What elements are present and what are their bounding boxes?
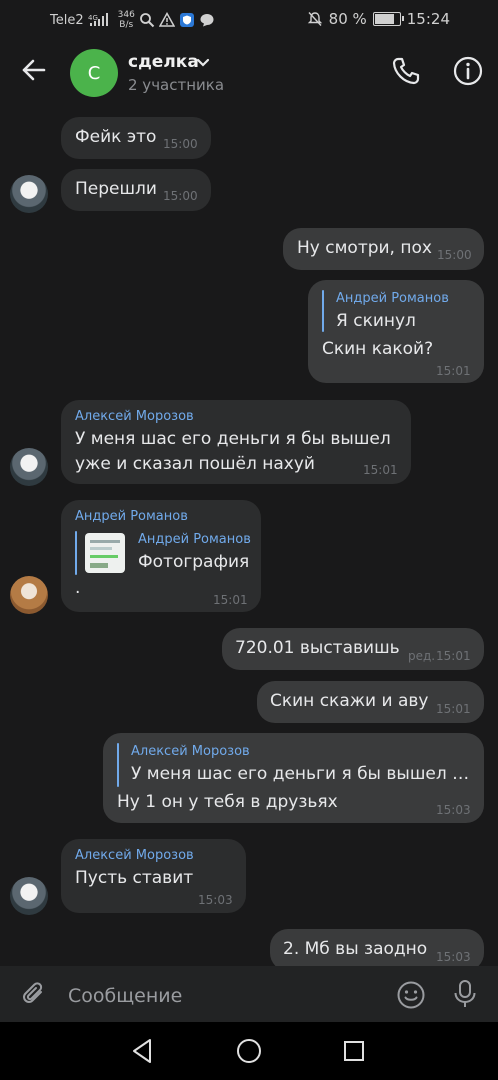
message-text: Скин какой? [322,339,434,359]
message-bubble[interactable]: Ну смотри, пох 15:00 [283,228,484,270]
nav-recent-apps-icon[interactable] [342,1039,366,1063]
warning-icon [158,12,175,27]
message-time: 15:03 [198,893,233,907]
message-time: 15:00 [163,189,198,203]
avatar[interactable] [10,877,48,915]
avatar[interactable] [10,576,48,614]
message-bubble[interactable]: 720.01 выставишь ред. 15:01 [222,628,484,670]
message-text-line: У меня шас его деньги я бы вышел [75,429,391,449]
reply-text: Фотография [138,552,250,572]
reply-bar [117,743,119,787]
smile-icon[interactable] [396,980,426,1010]
chevron-down-icon[interactable] [196,58,210,68]
reply-text: У меня шас его деньги я бы вышел уже и с… [131,764,476,784]
signal-icon: 4G [88,13,108,26]
network-type: 4G [88,14,98,22]
status-bar: Tele2 4G 346 B/s 80 % 15:24 [0,0,498,38]
edited-label: ред. [408,649,436,663]
message-time: 15:01 [363,463,398,477]
mute-bell-icon [307,12,322,26]
nav-home-icon[interactable] [236,1038,262,1064]
chat-title[interactable]: сделка [128,52,199,72]
message-text: Фейк это [75,127,157,147]
message-text: 720.01 выставишь [235,638,400,658]
message-bubble[interactable]: Алексей Морозов У меня шас его деньги я … [61,400,411,484]
chat-avatar[interactable]: С [70,49,118,97]
message-time: 15:01 [213,593,248,607]
reply-text: Я скинул [336,311,416,331]
avatar[interactable] [10,175,48,213]
message-bubble[interactable]: Алексей Морозов Пусть ставит 15:03 [61,839,246,913]
message-time: 15:03 [436,803,471,817]
status-left: Tele2 4G 346 B/s [50,10,215,30]
microphone-icon[interactable] [452,979,478,1009]
message-time: 15:01 [436,649,471,663]
speed-value: 346 [117,10,135,20]
photo-thumbnail[interactable] [85,533,125,573]
message-bubble[interactable]: Андрей Романов Я скинул Скин какой? 15:0… [308,280,484,383]
arrow-left-icon[interactable] [20,56,48,84]
system-nav-bar [0,1022,498,1080]
message-text: 2. Мб вы заодно [283,939,428,959]
message-bubble[interactable]: Фейк это 15:00 [61,117,211,159]
message-time: 15:01 [436,364,471,378]
paperclip-icon[interactable] [20,980,48,1008]
reply-bar [75,531,77,575]
participants-count: 2 участника [128,76,225,94]
search-icon [139,13,155,28]
message-text: . [75,578,81,598]
reply-bar [322,290,324,332]
message-time: 15:00 [437,248,472,262]
sender-name[interactable]: Алексей Морозов [75,409,194,424]
reply-author: Андрей Романов [336,291,449,306]
battery-icon [372,12,404,26]
message-time: 15:03 [436,950,471,964]
chat-header: С сделка 2 участника [0,38,498,110]
carrier-name: Tele2 [50,12,84,28]
reply-author: Андрей Романов [138,532,251,547]
message-time: 15:01 [436,702,471,716]
sender-name[interactable]: Андрей Романов [75,509,188,524]
message-text: Скин скажи и аву [270,691,429,711]
network-speed: 346 B/s [118,10,135,30]
message-input[interactable] [66,980,380,1012]
chat-notification-icon [200,14,214,27]
message-bubble[interactable]: 2. Мб вы заодно 15:03 [270,929,484,971]
nav-back-icon[interactable] [130,1038,154,1064]
message-text-line: уже и сказал пошёл нахуй [75,454,315,474]
message-bubble[interactable]: Скин скажи и аву 15:01 [257,681,484,723]
phone-icon[interactable] [390,55,422,87]
battery-percent: 80 % [328,10,367,28]
sender-name[interactable]: Алексей Морозов [75,848,194,863]
reply-author: Алексей Морозов [131,744,250,759]
avatar[interactable] [10,448,48,486]
info-icon[interactable] [452,55,484,87]
message-text: Перешли [75,179,157,199]
message-bubble[interactable]: Перешли 15:00 [61,169,211,211]
message-time: 15:00 [163,137,198,151]
message-bubble[interactable]: Алексей Морозов У меня шас его деньги я … [103,733,484,823]
message-text: Ну 1 он у тебя в друзьях [117,792,338,812]
message-text: Ну смотри, пох [297,238,432,258]
message-composer [0,966,498,1022]
speed-unit: B/s [119,20,134,30]
message-text: Пусть ставит [75,868,194,888]
shield-icon [179,13,194,27]
clock: 15:24 [406,10,450,28]
status-right: 80 % 15:24 [307,10,450,28]
